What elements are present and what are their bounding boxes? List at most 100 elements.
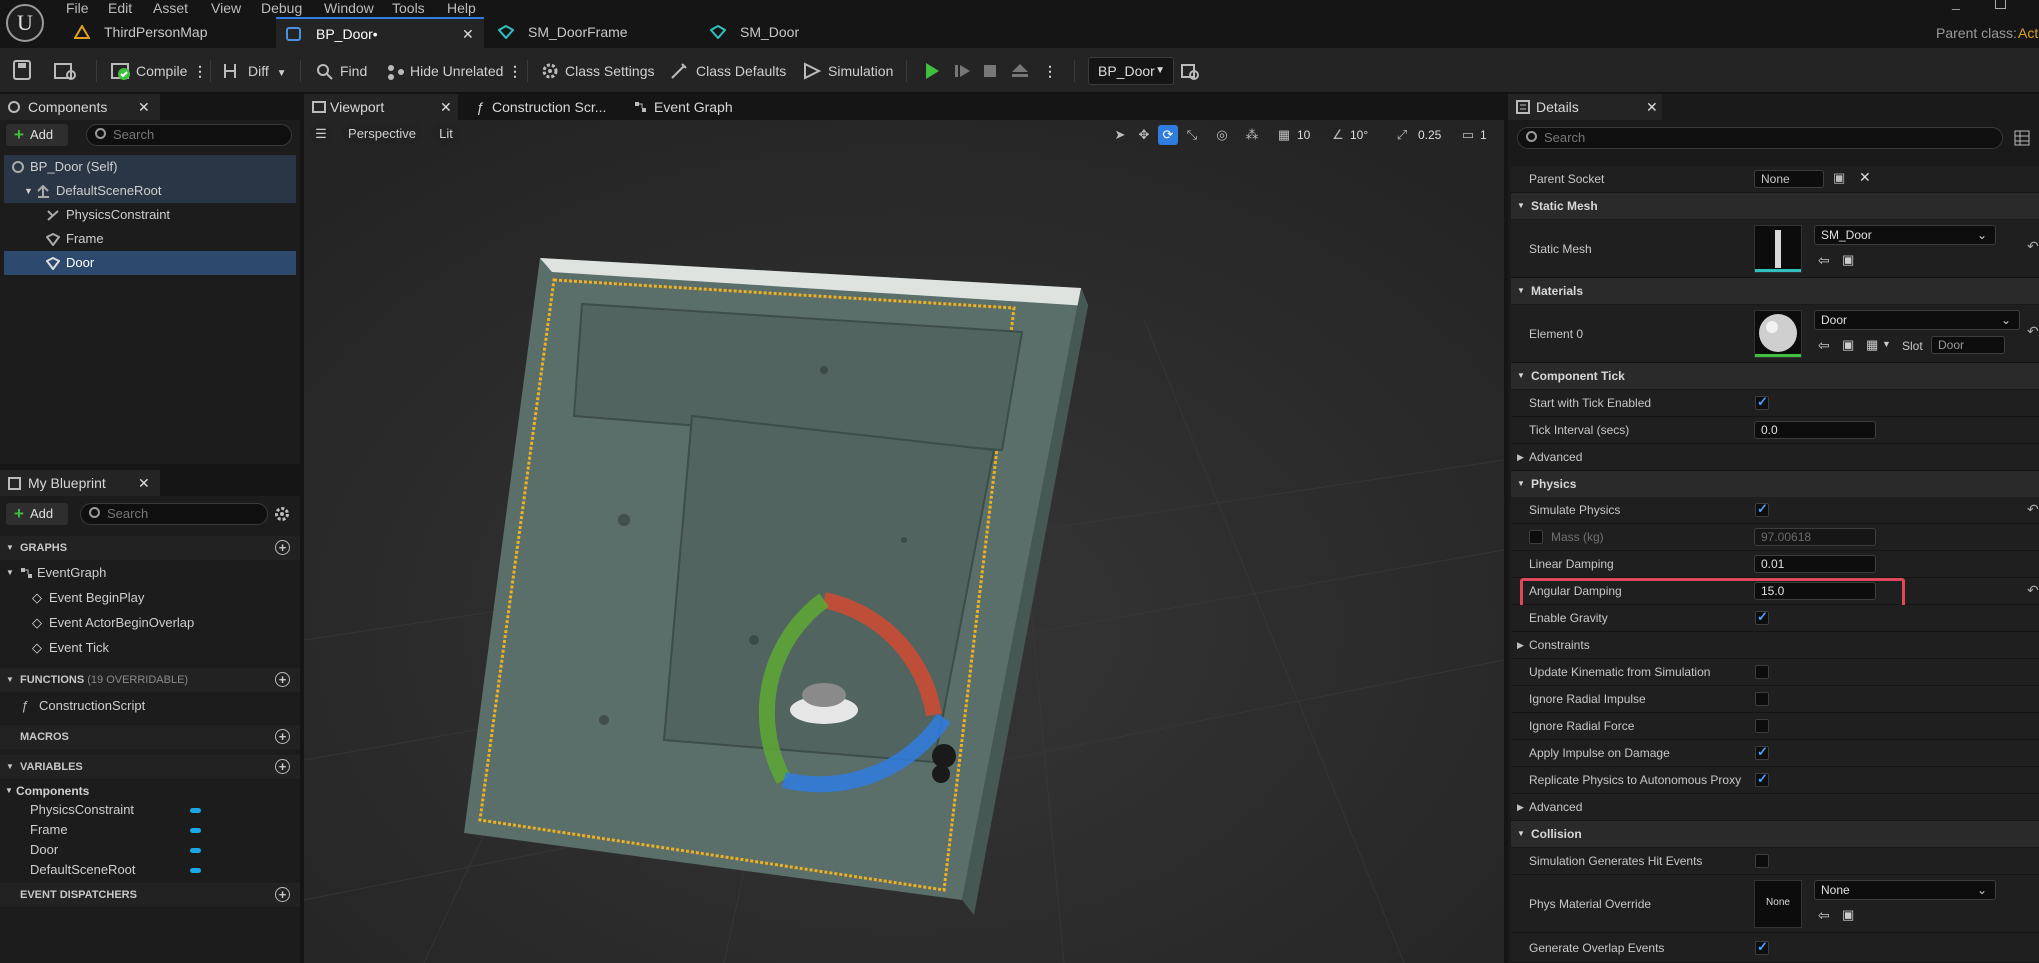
component-tick-category[interactable]: ▼ Component Tick (1511, 363, 2039, 389)
simulation-button[interactable]: Simulation (802, 58, 893, 84)
physics-category[interactable]: ▼ Physics (1511, 471, 2039, 497)
menu-help[interactable]: Help (447, 0, 476, 16)
static-mesh-thumbnail[interactable] (1754, 225, 1802, 273)
add-member-button[interactable]: + Add (6, 503, 68, 525)
tab-event-graph[interactable]: Event Graph (632, 94, 772, 120)
graph-item-tick[interactable]: ◇ Event Tick (0, 636, 300, 660)
maximize-icon[interactable] (1995, 0, 2006, 9)
sim-hit-events-checkbox[interactable] (1755, 854, 1769, 868)
class-defaults-button[interactable]: Class Defaults (670, 58, 786, 84)
variables-section-header[interactable]: ▼ VARIABLES + (0, 755, 300, 779)
constraints-row[interactable]: ▶ Constraints (1511, 632, 2039, 659)
close-panel-icon[interactable]: ✕ (138, 94, 150, 120)
tab-viewport[interactable]: Viewport ✕ (304, 94, 458, 120)
reset-to-default-icon[interactable]: ↶ (2027, 582, 2039, 599)
add-variable-icon[interactable]: + (275, 759, 290, 774)
select-mode-icon[interactable]: ➤ (1110, 125, 1130, 145)
graphs-section-header[interactable]: ▼ GRAPHS + (0, 536, 300, 560)
grid-snap-icon[interactable]: ▦ (1274, 125, 1294, 145)
tree-item-defaultsceneroot[interactable]: ▼ DefaultSceneRoot (4, 179, 296, 203)
clear-icon[interactable]: ✕ (1859, 169, 1871, 186)
graph-item-beginplay[interactable]: ◇ Event BeginPlay (0, 586, 300, 610)
replicate-physics-checkbox[interactable] (1755, 771, 1769, 787)
tree-item-frame[interactable]: Frame (4, 227, 296, 251)
tree-item-door[interactable]: Door (4, 251, 296, 275)
close-panel-icon[interactable]: ✕ (138, 470, 150, 496)
lit-button[interactable]: Lit (432, 123, 460, 145)
rotation-snap-value[interactable]: 10° (1350, 125, 1368, 145)
reset-to-default-icon[interactable]: ↶ (2027, 501, 2039, 518)
tab-components[interactable]: Components ✕ (0, 94, 160, 120)
camera-speed-icon[interactable]: ▭ (1458, 125, 1478, 145)
stop-icon[interactable] (983, 64, 997, 78)
tick-advanced-row[interactable]: ▶ Advanced (1511, 444, 2039, 471)
step-forward-icon[interactable] (954, 63, 972, 79)
minimize-icon[interactable]: _ (1952, 0, 1960, 10)
browse-content-icon[interactable] (54, 60, 76, 80)
gear-icon[interactable] (274, 506, 291, 523)
grid-snap-value[interactable]: 10 (1297, 125, 1310, 145)
chevron-down-icon[interactable]: ▼ (1882, 339, 1891, 349)
add-dispatcher-icon[interactable]: + (275, 887, 290, 902)
tab-sm-door[interactable]: SM_Door (700, 17, 910, 48)
world-local-icon[interactable]: ◎ (1212, 125, 1232, 145)
browse-asset-icon[interactable]: ▣ (1842, 907, 1854, 923)
use-selected-icon[interactable]: ⇦ (1818, 252, 1830, 269)
menu-tools[interactable]: Tools (392, 0, 425, 16)
tab-construction-script[interactable]: ƒ Construction Scr... (474, 94, 624, 120)
components-search-input[interactable]: Search (86, 124, 292, 146)
close-tab-icon[interactable]: ✕ (462, 19, 474, 50)
tab-my-blueprint[interactable]: My Blueprint ✕ (0, 470, 160, 496)
update-kinematic-checkbox[interactable] (1755, 665, 1769, 679)
material-thumbnail[interactable] (1754, 310, 1802, 358)
tab-sm-doorframe[interactable]: SM_DoorFrame (488, 17, 698, 48)
use-selected-icon[interactable]: ⇦ (1818, 337, 1830, 354)
surface-snap-icon[interactable]: ⁂ (1242, 125, 1262, 145)
static-mesh-category[interactable]: ▼ Static Mesh (1511, 193, 2039, 219)
close-panel-icon[interactable]: ✕ (1646, 94, 1658, 120)
menu-window[interactable]: Window (324, 0, 374, 16)
menu-file[interactable]: File (66, 0, 89, 16)
menu-asset[interactable]: Asset (153, 0, 188, 16)
collision-category[interactable]: ▼ Collision (1511, 821, 2039, 847)
my-blueprint-search-input[interactable]: Search (80, 503, 268, 525)
save-icon[interactable] (13, 60, 31, 80)
unreal-logo-icon[interactable]: U (6, 4, 44, 42)
static-mesh-select[interactable]: SM_Door ⌄ (1814, 225, 1996, 245)
tab-thirdpersonmap[interactable]: ThirdPersonMap (64, 17, 274, 48)
menu-view[interactable]: View (211, 0, 241, 16)
materials-category[interactable]: ▼ Materials (1511, 278, 2039, 304)
slot-field[interactable]: Door (1931, 336, 2005, 354)
linear-damping-field[interactable]: 0.01 (1754, 555, 1876, 573)
tree-item-self[interactable]: BP_Door (Self) (4, 155, 296, 179)
close-tab-icon[interactable]: ✕ (440, 94, 452, 120)
graph-item-actorbeginoverlap[interactable]: ◇ Event ActorBeginOverlap (0, 611, 300, 635)
macros-section-header[interactable]: MACROS + (0, 725, 300, 749)
event-dispatchers-section-header[interactable]: EVENT DISPATCHERS + (0, 883, 300, 907)
eject-icon[interactable] (1011, 63, 1029, 79)
browse-socket-icon[interactable]: ▣ (1833, 170, 1845, 186)
hide-unrelated-button[interactable]: Hide Unrelated (386, 58, 503, 84)
scale-snap-value[interactable]: 0.25 (1418, 125, 1441, 145)
play-options-icon[interactable]: ⋮ (1043, 58, 1057, 84)
browse-asset-icon[interactable]: ▣ (1842, 337, 1854, 353)
scale-icon[interactable]: ⤡ (1182, 125, 1202, 145)
start-with-tick-checkbox[interactable] (1755, 394, 1769, 410)
debug-object-select[interactable]: BP_Door ▼ (1088, 57, 1174, 85)
reset-to-default-icon[interactable]: ↶ (2027, 238, 2039, 255)
phys-material-thumbnail[interactable]: None (1754, 880, 1802, 928)
reset-to-default-icon[interactable]: ↶ (2027, 323, 2039, 340)
use-selected-icon[interactable]: ⇦ (1818, 907, 1830, 924)
material-options-icon[interactable]: ▦ (1866, 337, 1878, 353)
functions-section-header[interactable]: ▼ FUNCTIONS (19 OVERRIDABLE) + (0, 668, 300, 692)
debug-filter-icon[interactable] (1181, 62, 1199, 80)
find-button[interactable]: Find (316, 58, 367, 84)
diff-button[interactable]: Diff ▼ (222, 58, 287, 84)
expand-arrow-icon[interactable]: ▼ (24, 179, 33, 203)
ignore-radial-force-checkbox[interactable] (1755, 719, 1769, 733)
add-component-button[interactable]: + Add (6, 124, 68, 146)
property-matrix-icon[interactable] (2014, 130, 2030, 146)
material-select[interactable]: Door ⌄ (1814, 310, 2020, 330)
add-function-icon[interactable]: + (275, 672, 290, 687)
variable-item[interactable]: DefaultSceneRoot (0, 858, 300, 882)
